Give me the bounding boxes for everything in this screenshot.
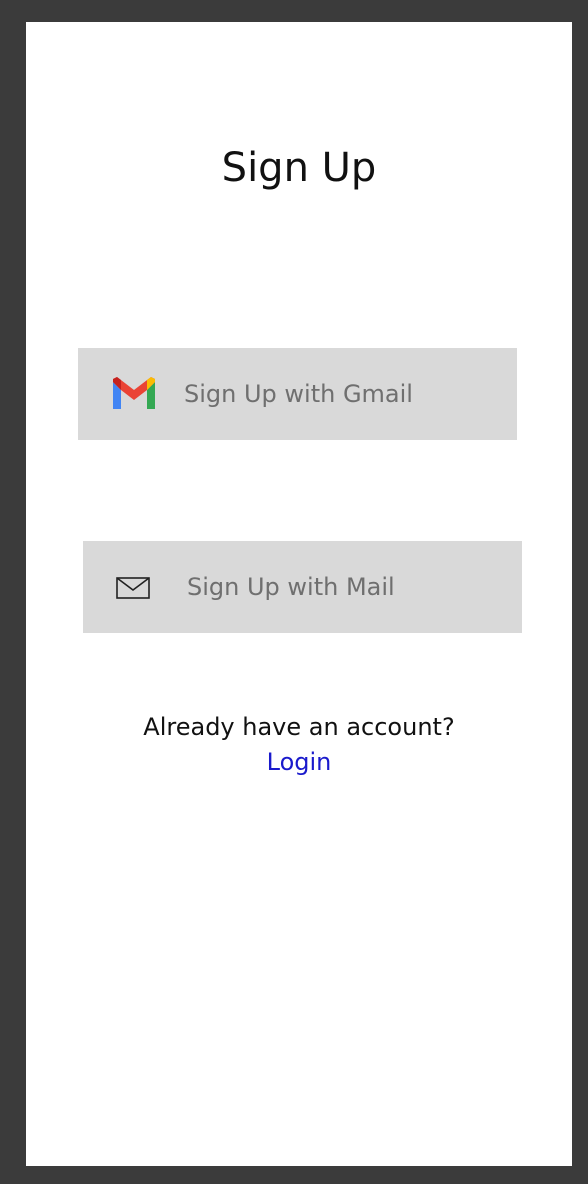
signup-screen: Sign Up Sign Up with Gmail Sign Up with …	[26, 22, 572, 1166]
login-link[interactable]: Login	[267, 744, 332, 780]
signup-mail-label: Sign Up with Mail	[187, 573, 395, 601]
login-prompt: Already have an account? Login	[26, 710, 572, 780]
envelope-icon	[116, 577, 150, 599]
page-title: Sign Up	[221, 145, 377, 191]
signup-gmail-label: Sign Up with Gmail	[184, 380, 413, 408]
account-prompt-text: Already have an account?	[143, 713, 455, 741]
gmail-icon	[113, 377, 155, 409]
device-frame: Sign Up Sign Up with Gmail Sign Up with …	[0, 0, 588, 1184]
signup-gmail-button[interactable]: Sign Up with Gmail	[78, 348, 517, 440]
signup-mail-button[interactable]: Sign Up with Mail	[83, 541, 522, 633]
